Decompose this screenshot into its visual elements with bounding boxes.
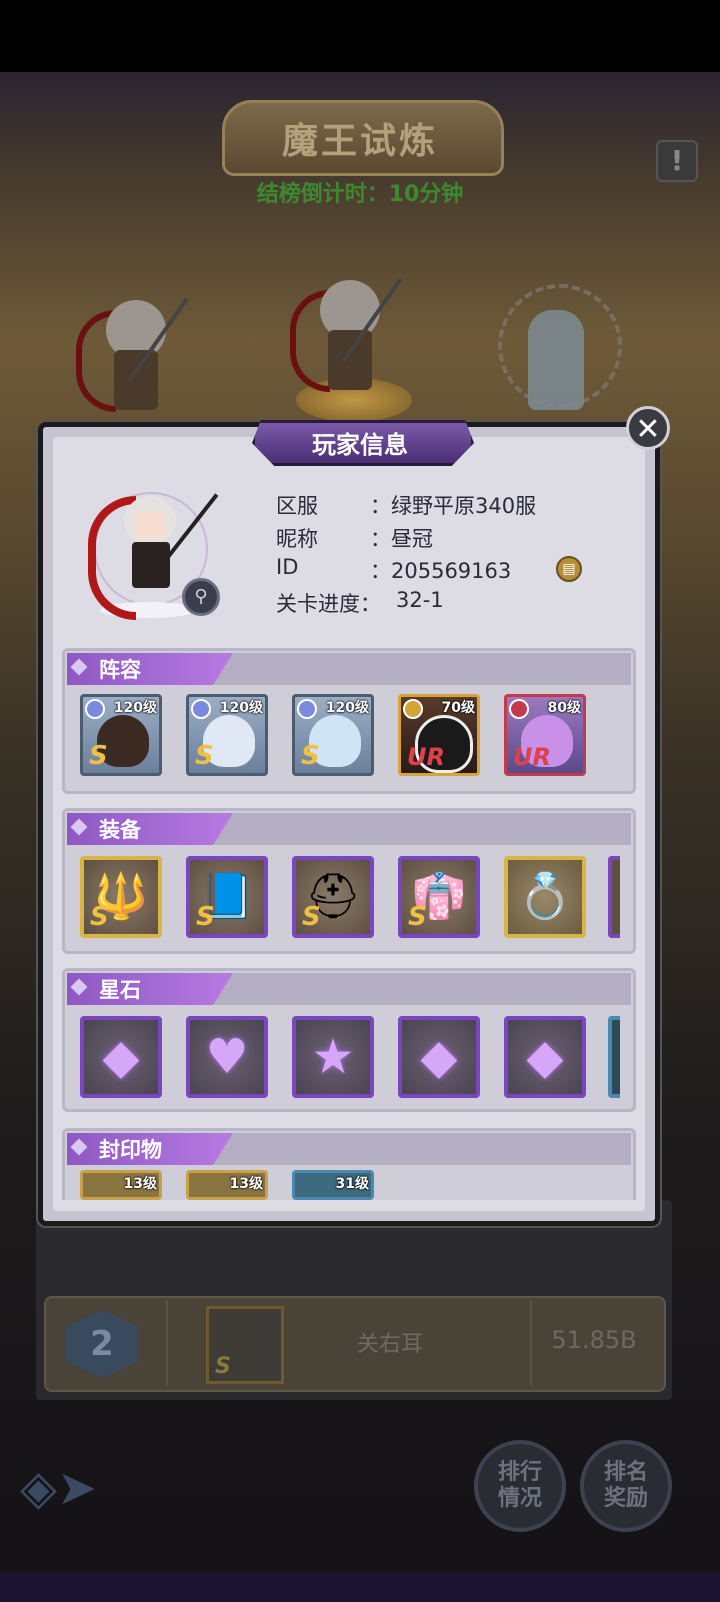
button-label-line2: 奖励 (603, 1486, 648, 1511)
podium-hero-center (290, 270, 410, 400)
seal-item[interactable]: 13级 (186, 1170, 268, 1200)
equipment-helmet[interactable]: ⛑ S (292, 856, 374, 938)
divider (166, 1300, 168, 1386)
seal-item[interactable]: 13级 (80, 1170, 162, 1200)
equipment-rank: S (408, 902, 427, 932)
button-label-line2: 情况 (497, 1486, 542, 1511)
button-label-line1: 排名 (603, 1460, 648, 1485)
diamond-gem-icon: ◆ (420, 1029, 458, 1085)
id-label: ID (276, 555, 299, 579)
equipment-ring[interactable]: 💍 (504, 856, 586, 938)
magnifier-icon[interactable]: ⚲ (182, 578, 220, 616)
starstone-slot[interactable]: ★ (292, 1016, 374, 1098)
hero-level: 120级 (219, 700, 263, 716)
hero-level: 70级 (441, 700, 475, 716)
hero-rank: UR (407, 743, 445, 771)
modal-title: 玩家信息 (312, 431, 408, 459)
equipment-partial-card[interactable] (608, 856, 620, 938)
hero-rank: S (301, 741, 320, 771)
server-value: ：绿野平原340服 (370, 494, 537, 518)
podium-hero-right (528, 310, 584, 410)
hero-level: 80级 (547, 700, 581, 716)
hero-card[interactable]: 120级 S (80, 694, 162, 776)
avatar-rank-label: S (215, 1354, 231, 1379)
countdown-text: 结榜倒计时：10分钟 (256, 182, 464, 207)
section-title-seal: 封印物 (99, 1138, 162, 1162)
equipment-rank: S (90, 902, 109, 932)
starstone-slot[interactable]: ◆ (80, 1016, 162, 1098)
ranking-avatar: S (206, 1306, 284, 1384)
stage-progress-label: 关卡进度： (276, 592, 381, 616)
seal-level: 13级 (229, 1176, 263, 1192)
copy-id-icon[interactable]: ▤ (556, 556, 582, 582)
section-title-lineup: 阵容 (99, 658, 141, 682)
seal-level: 31级 (335, 1176, 369, 1192)
rank-reward-button[interactable]: 排名 奖励 (580, 1440, 672, 1532)
starstone-slot[interactable]: ◆ (504, 1016, 586, 1098)
event-title: 魔王试炼 (281, 121, 438, 162)
heart-gem-icon: ♥ (205, 1029, 249, 1085)
equipment-trident[interactable]: 🔱 S (80, 856, 162, 938)
bottom-strip (0, 1572, 720, 1602)
hero-card[interactable]: 80级 UR (504, 694, 586, 776)
stage-progress-value: 32-1 (396, 588, 444, 612)
equipment-robe[interactable]: 👘 S (398, 856, 480, 938)
divider (530, 1300, 532, 1386)
equipment-rank: S (196, 902, 215, 932)
seal-level: 13级 (123, 1176, 157, 1192)
equipment-book[interactable]: 📘 S (186, 856, 268, 938)
hero-card[interactable]: 120级 S (186, 694, 268, 776)
nickname-value: ：昼冠 (370, 527, 433, 551)
hero-rank: S (195, 741, 214, 771)
podium-hero-left (76, 290, 196, 420)
id-value: ：205569163 (370, 559, 512, 583)
hero-rank: UR (513, 743, 551, 771)
ranking-status-button[interactable]: 排行 情况 (474, 1440, 566, 1532)
starstone-slot[interactable]: ◆ (398, 1016, 480, 1098)
button-label-line1: 排行 (497, 1460, 542, 1485)
starstone-partial-slot[interactable] (608, 1016, 620, 1098)
section-title-starstone: 星石 (99, 978, 141, 1002)
hero-card[interactable]: 70级 UR (398, 694, 480, 776)
square-gem-icon: ◆ (102, 1029, 140, 1085)
hero-level: 120级 (113, 700, 157, 716)
starstone-slot[interactable]: ♥ (186, 1016, 268, 1098)
section-title-equipment: 装备 (99, 818, 141, 842)
status-bar (0, 0, 720, 72)
shield-gem-icon: ◆ (526, 1029, 564, 1085)
close-button[interactable]: ✕ (626, 406, 670, 450)
nickname-label: 昵称 (276, 527, 318, 551)
back-nav-icon[interactable]: ◈➤ (20, 1460, 108, 1516)
ranking-power: 51.85B (551, 1326, 637, 1354)
hero-card[interactable]: 120级 S (292, 694, 374, 776)
seal-item[interactable]: 31级 (292, 1170, 374, 1200)
hero-level: 120级 (325, 700, 369, 716)
equipment-rank: S (302, 902, 321, 932)
hero-rank: S (89, 741, 108, 771)
info-button[interactable]: ! (656, 140, 698, 182)
ring-icon: 💍 (517, 871, 573, 922)
star-gem-icon: ★ (311, 1029, 355, 1085)
server-label: 区服 (276, 494, 318, 518)
ranking-player-name: 关右耳 (356, 1332, 423, 1357)
